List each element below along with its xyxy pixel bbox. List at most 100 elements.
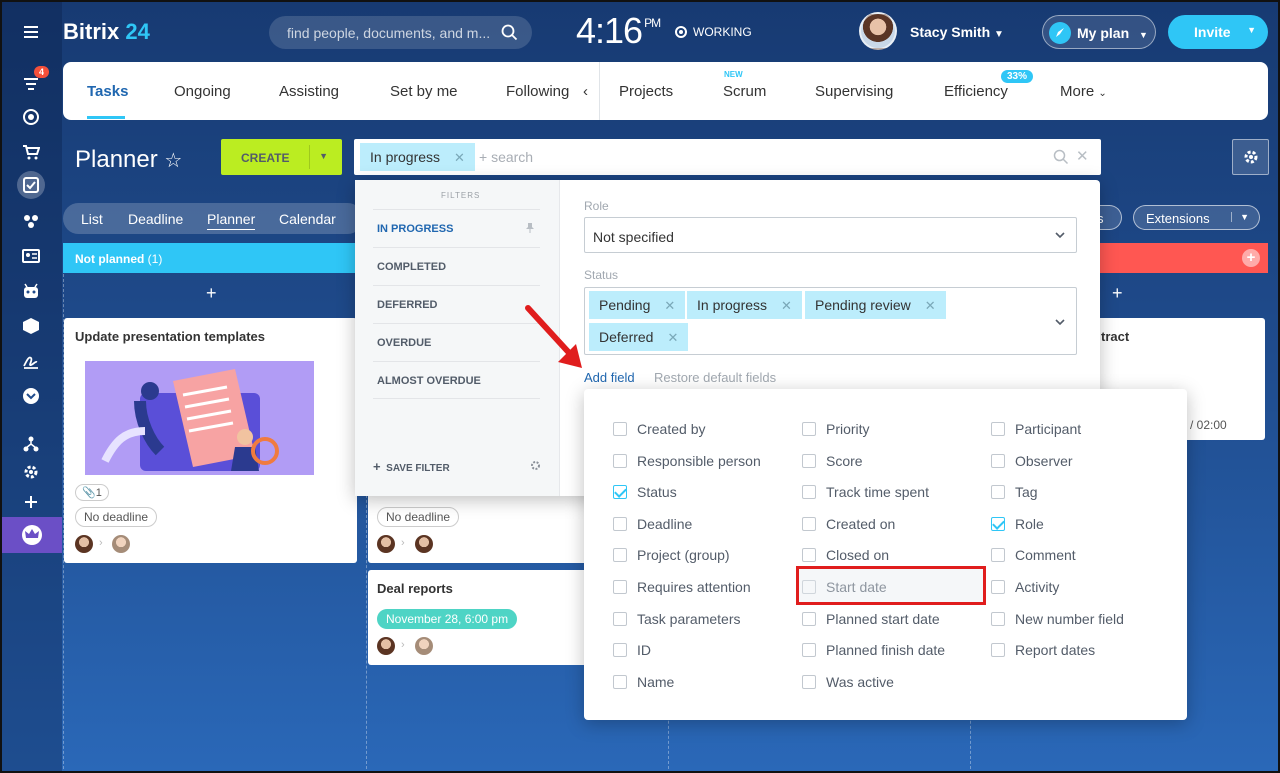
chevron-down-icon[interactable]: ▼ (319, 151, 328, 161)
filter-preset-overdue[interactable]: OVERDUE (373, 323, 540, 361)
my-plan-button[interactable]: My plan ▼ (1042, 15, 1156, 49)
close-icon[interactable]: ✕ (925, 298, 936, 313)
target-icon[interactable] (17, 103, 45, 131)
field-option[interactable]: Comment (991, 545, 1076, 565)
tab-projects[interactable]: Projects (619, 83, 673, 100)
status-chip[interactable]: Pending ✕ (589, 291, 686, 319)
tab-tasks[interactable]: Tasks (87, 83, 128, 100)
task-title[interactable]: Deal reports (377, 581, 453, 596)
add-task-button[interactable]: + (1112, 283, 1123, 304)
checkbox[interactable] (802, 548, 816, 563)
feed-icon[interactable]: 4 (17, 66, 49, 98)
checkbox[interactable] (991, 453, 1005, 468)
add-field-link[interactable]: Add field (584, 370, 635, 385)
field-option[interactable]: Name (613, 672, 674, 692)
checkbox[interactable] (802, 516, 816, 531)
filter-preset-in-progress[interactable]: IN PROGRESS (373, 209, 540, 247)
field-option[interactable]: Score (802, 451, 863, 471)
robot-icon[interactable] (17, 277, 45, 305)
checkbox[interactable] (613, 580, 627, 594)
field-option[interactable]: Planned start date (802, 609, 940, 629)
close-icon[interactable]: ✕ (667, 330, 678, 345)
avatar[interactable] (859, 12, 897, 50)
save-filter-button[interactable]: + SAVE FILTER (373, 459, 450, 474)
cart-icon[interactable] (17, 138, 45, 166)
more-down-icon[interactable] (17, 382, 45, 410)
checkbox[interactable] (802, 485, 816, 500)
task-title[interactable]: Update presentation templates (75, 329, 265, 344)
checkbox[interactable] (613, 674, 627, 689)
view-planner[interactable]: Planner (207, 211, 256, 230)
tab-set-by-me[interactable]: Set by me (390, 83, 458, 100)
add-icon[interactable] (17, 488, 45, 516)
checkbox[interactable] (802, 643, 816, 658)
checkbox[interactable] (991, 516, 1005, 531)
signature-icon[interactable] (17, 347, 45, 375)
settings-icon[interactable] (17, 458, 45, 486)
field-option[interactable]: Priority (802, 419, 870, 439)
close-icon[interactable]: ✕ (781, 298, 792, 313)
task-card[interactable]: Update presentation templates 📎1 No dead… (64, 318, 357, 563)
tab-supervising[interactable]: Supervising (815, 83, 893, 100)
attachment-count[interactable]: 📎1 (75, 484, 109, 501)
role-select[interactable]: Not specified (584, 217, 1077, 253)
checkbox[interactable] (613, 422, 627, 436)
status-chip[interactable]: Deferred ✕ (589, 323, 689, 351)
global-search-input[interactable]: find people, documents, and m... (269, 16, 532, 49)
checkbox[interactable] (613, 643, 627, 658)
avatar[interactable] (75, 535, 93, 553)
checkbox[interactable] (991, 485, 1005, 500)
structure-icon[interactable] (17, 430, 45, 458)
field-option[interactable]: Created by (613, 419, 705, 439)
contact-card-icon[interactable] (17, 242, 45, 270)
view-calendar[interactable]: Calendar (279, 211, 336, 227)
logo[interactable]: Bitrix 24 (63, 19, 150, 45)
tab-assisting[interactable]: Assisting (279, 83, 339, 100)
checkbox[interactable] (991, 580, 1005, 594)
filter-preset-completed[interactable]: COMPLETED (373, 247, 540, 285)
crown-icon[interactable] (2, 517, 62, 553)
filter-chip[interactable]: In progress ✕ (360, 143, 475, 171)
avatar[interactable] (112, 535, 130, 553)
checkbox[interactable] (802, 422, 816, 436)
field-option[interactable]: Activity (991, 577, 1059, 597)
add-task-button[interactable]: + (206, 283, 217, 304)
working-status[interactable]: WORKING (675, 25, 752, 39)
field-option[interactable]: Project (group) (613, 545, 730, 565)
tab-following[interactable]: Following (506, 83, 569, 100)
avatar[interactable] (415, 535, 433, 553)
deadline-badge[interactable]: No deadline (75, 507, 158, 527)
clock[interactable]: 4:16 PM (576, 10, 661, 52)
field-option[interactable]: Task parameters (613, 609, 740, 629)
search-icon[interactable] (1053, 149, 1069, 165)
checkbox[interactable] (802, 674, 816, 689)
field-option[interactable]: Tag (991, 482, 1038, 502)
field-option[interactable]: Responsible person (613, 451, 761, 471)
checkbox[interactable] (613, 453, 627, 468)
field-option[interactable]: Report dates (991, 640, 1095, 660)
planner-settings-button[interactable] (1232, 139, 1269, 175)
restore-default-fields-link[interactable]: Restore default fields (654, 370, 776, 385)
task-card[interactable]: Deal reports November 28, 6:00 pm › (368, 570, 588, 665)
task-title[interactable]: tract (1101, 329, 1129, 344)
status-chip[interactable]: Pending review ✕ (805, 291, 946, 319)
field-option[interactable]: Status (613, 482, 677, 502)
tasks-icon[interactable] (17, 171, 45, 199)
checkbox[interactable] (991, 548, 1005, 563)
user-menu[interactable]: Stacy Smith ▼ (910, 24, 1004, 40)
field-option[interactable]: Closed on (802, 545, 889, 565)
tab-efficiency[interactable]: Efficiency (944, 83, 1008, 100)
field-option[interactable]: ID (613, 640, 651, 660)
checkbox[interactable] (991, 643, 1005, 658)
field-option[interactable]: Created on (802, 514, 895, 534)
star-icon[interactable]: ☆ (164, 150, 182, 172)
filter-search-input[interactable]: + search (479, 149, 533, 165)
filter-preset-almost-overdue[interactable]: ALMOST OVERDUE (373, 361, 540, 399)
checkbox[interactable] (991, 422, 1005, 436)
chevron-down-icon[interactable]: ▼ (1231, 212, 1249, 222)
checkbox[interactable] (613, 548, 627, 563)
field-option[interactable]: Deadline (613, 514, 692, 534)
checkbox[interactable] (991, 611, 1005, 626)
clear-icon[interactable]: ✕ (1076, 147, 1089, 165)
crm-icon[interactable] (17, 207, 45, 235)
